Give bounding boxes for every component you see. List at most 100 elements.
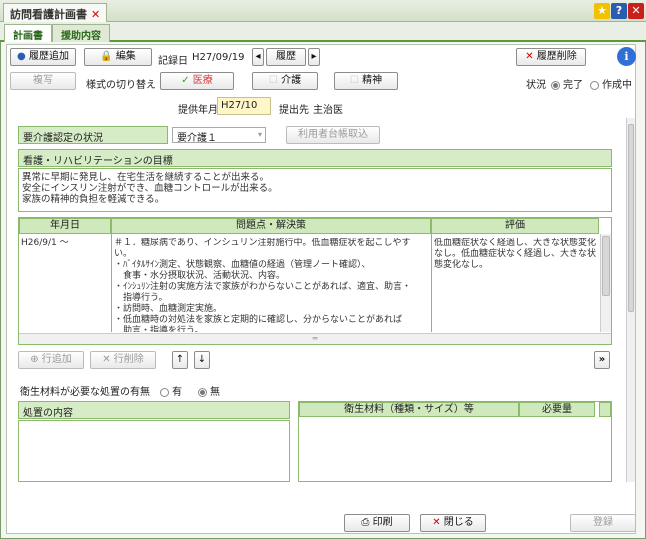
check-icon: ✓ (181, 75, 190, 86)
care-level-label: 要介護認定の状況 (18, 126, 168, 144)
mental-label: 精神 (362, 75, 383, 86)
print-label: 印刷 (372, 517, 393, 528)
page-scroll-thumb[interactable] (628, 124, 634, 312)
delete-history-label: 履歴削除 (536, 51, 577, 62)
info-icon[interactable]: i (617, 47, 636, 66)
checkbox-icon: ☐ (268, 75, 278, 86)
add-row-label: 行追加 (41, 354, 72, 365)
radio-icon (198, 387, 207, 397)
add-history-label: 履歴追加 (28, 51, 69, 62)
hygiene-yes-label: 有 (172, 387, 182, 398)
radio-icon (590, 80, 599, 90)
care-toggle[interactable]: ☐ 介護 (252, 72, 318, 90)
arrow-down-icon: ↓ (197, 354, 207, 365)
status-done-label: 完了 (563, 80, 583, 91)
hygiene-no-radio[interactable]: 無 (198, 383, 220, 398)
hygiene-no-label: 無 (210, 387, 220, 398)
care-level-select[interactable]: 要介護１ ▾ (172, 127, 266, 144)
chevron-right-icon: ▸ (311, 51, 317, 62)
scroll-thumb[interactable] (602, 236, 610, 296)
edit-label: 編集 (115, 51, 136, 62)
history-prev-button[interactable]: ◂ (252, 48, 264, 66)
expand-button[interactable]: » (594, 351, 610, 369)
goal-header: 看護・リハビリテーションの目標 (18, 149, 612, 167)
medical-toggle[interactable]: ✓ 医療 (160, 72, 234, 90)
column-header-problem: 問題点・解決策 (111, 218, 431, 234)
hygiene-question: 衛生材料が必要な処置の有無 (20, 387, 150, 398)
column-divider (431, 234, 432, 332)
tab-plan[interactable]: 計画書 (4, 24, 52, 42)
tab-assistance[interactable]: 援助内容 (52, 24, 110, 42)
status-creating-label: 作成中 (602, 80, 632, 91)
chevron-left-icon: ◂ (255, 51, 261, 62)
delete-row-button[interactable]: ✕ 行削除 (90, 351, 156, 369)
header-spacer (599, 402, 611, 417)
page-scrollbar[interactable] (626, 118, 635, 482)
radio-icon (160, 387, 169, 397)
radio-icon (551, 80, 560, 90)
row-date[interactable]: H26/9/1 ～ (21, 238, 109, 249)
quantity-header: 必要量 (519, 402, 595, 417)
care-level-value: 要介護１ (177, 133, 217, 144)
year-month-field[interactable]: H27/10 (217, 97, 271, 115)
delete-icon: ✕ (102, 354, 111, 365)
help-icon[interactable]: ? (611, 3, 627, 19)
table-scrollbar[interactable] (600, 234, 611, 332)
history-button[interactable]: 履歴 (266, 48, 306, 66)
medical-label: 医療 (192, 75, 213, 86)
checkbox-icon: ☐ (349, 75, 359, 86)
record-date-value: H27/09/19 (192, 52, 245, 63)
close-tab-icon[interactable]: ✕ (91, 8, 100, 21)
close-label: 閉じる (443, 517, 474, 528)
close-button[interactable]: ✕ 閉じる (420, 514, 486, 532)
care-label: 介護 (281, 75, 302, 86)
year-month-label: 提供年月 (178, 105, 218, 116)
style-switch-label: 様式の切り替え (86, 80, 156, 91)
splitter-handle[interactable]: ═ (19, 333, 611, 344)
printer-icon: ⎙ (361, 517, 370, 528)
close-window-icon[interactable]: ✕ (628, 3, 644, 19)
edit-button[interactable]: 🔒 編集 (84, 48, 152, 66)
history-next-button[interactable]: ▸ (308, 48, 320, 66)
plus-icon: ● (17, 51, 26, 62)
subtab-bar: 計画書 援助内容 (0, 22, 646, 42)
chevron-down-icon: ▾ (257, 130, 262, 139)
row-problem[interactable]: ＃１．糖尿病であり、インシュリン注射施行中。低血糖症状を起こしやすい。 ・ﾊﾞｲ… (114, 238, 428, 332)
print-button[interactable]: ⎙ 印刷 (344, 514, 410, 532)
star-icon[interactable]: ★ (594, 3, 610, 19)
delete-history-button[interactable]: ✕ 履歴削除 (516, 48, 586, 66)
goal-text-area[interactable]: 異常に早期に発見し、在宅生活を継続することが出来る。 安全にインスリン注射ができ… (18, 168, 612, 212)
status-done-radio[interactable]: 完了 (551, 76, 583, 91)
submit-to-label: 提出先 (279, 105, 309, 116)
treatment-header: 処置の内容 (18, 401, 290, 419)
record-date-label: 記録日 (158, 56, 188, 67)
move-up-button[interactable]: ↑ (172, 351, 188, 369)
copy-button[interactable]: 複写 (10, 72, 76, 90)
materials-header: 衛生材料（種類・サイズ）等 (299, 402, 519, 417)
hygiene-yes-radio[interactable]: 有 (160, 383, 182, 398)
move-down-button[interactable]: ↓ (194, 351, 210, 369)
goal-text: 異常に早期に発見し、在宅生活を継続することが出来る。 安全にインスリン注射ができ… (22, 172, 278, 205)
status-creating-radio[interactable]: 作成中 (590, 76, 632, 91)
plus-icon: ⊕ (30, 354, 39, 365)
add-history-button[interactable]: ● 履歴追加 (10, 48, 76, 66)
register-button[interactable]: 登録 (570, 514, 636, 532)
column-header-evaluation: 評価 (431, 218, 599, 234)
add-row-button[interactable]: ⊕ 行追加 (18, 351, 84, 369)
document-tab-title: 訪問看護計画書 (10, 8, 87, 21)
column-header-date: 年月日 (19, 218, 111, 234)
submit-to-value: 主治医 (313, 105, 343, 116)
double-chevron-down-icon: » (598, 354, 606, 365)
column-divider (111, 234, 112, 332)
close-icon: ✕ (432, 517, 441, 528)
lock-icon: 🔒 (100, 51, 113, 62)
delete-row-label: 行削除 (113, 354, 144, 365)
treatment-text-area[interactable] (18, 420, 290, 482)
mental-toggle[interactable]: ☐ 精神 (334, 72, 398, 90)
row-evaluation[interactable]: 低血糖症状なく経過し、大きな状態変化なし。低血糖症状なく経過し、大きな状態変化な… (434, 238, 596, 332)
title-bar: 訪問看護計画書 ✕ ★ ? ✕ (0, 0, 646, 22)
status-label: 状況 (526, 80, 546, 91)
import-ledger-button[interactable]: 利用者台帳取込 (286, 126, 380, 144)
document-tab[interactable]: 訪問看護計画書 ✕ (3, 3, 108, 22)
delete-icon: ✕ (525, 51, 534, 62)
